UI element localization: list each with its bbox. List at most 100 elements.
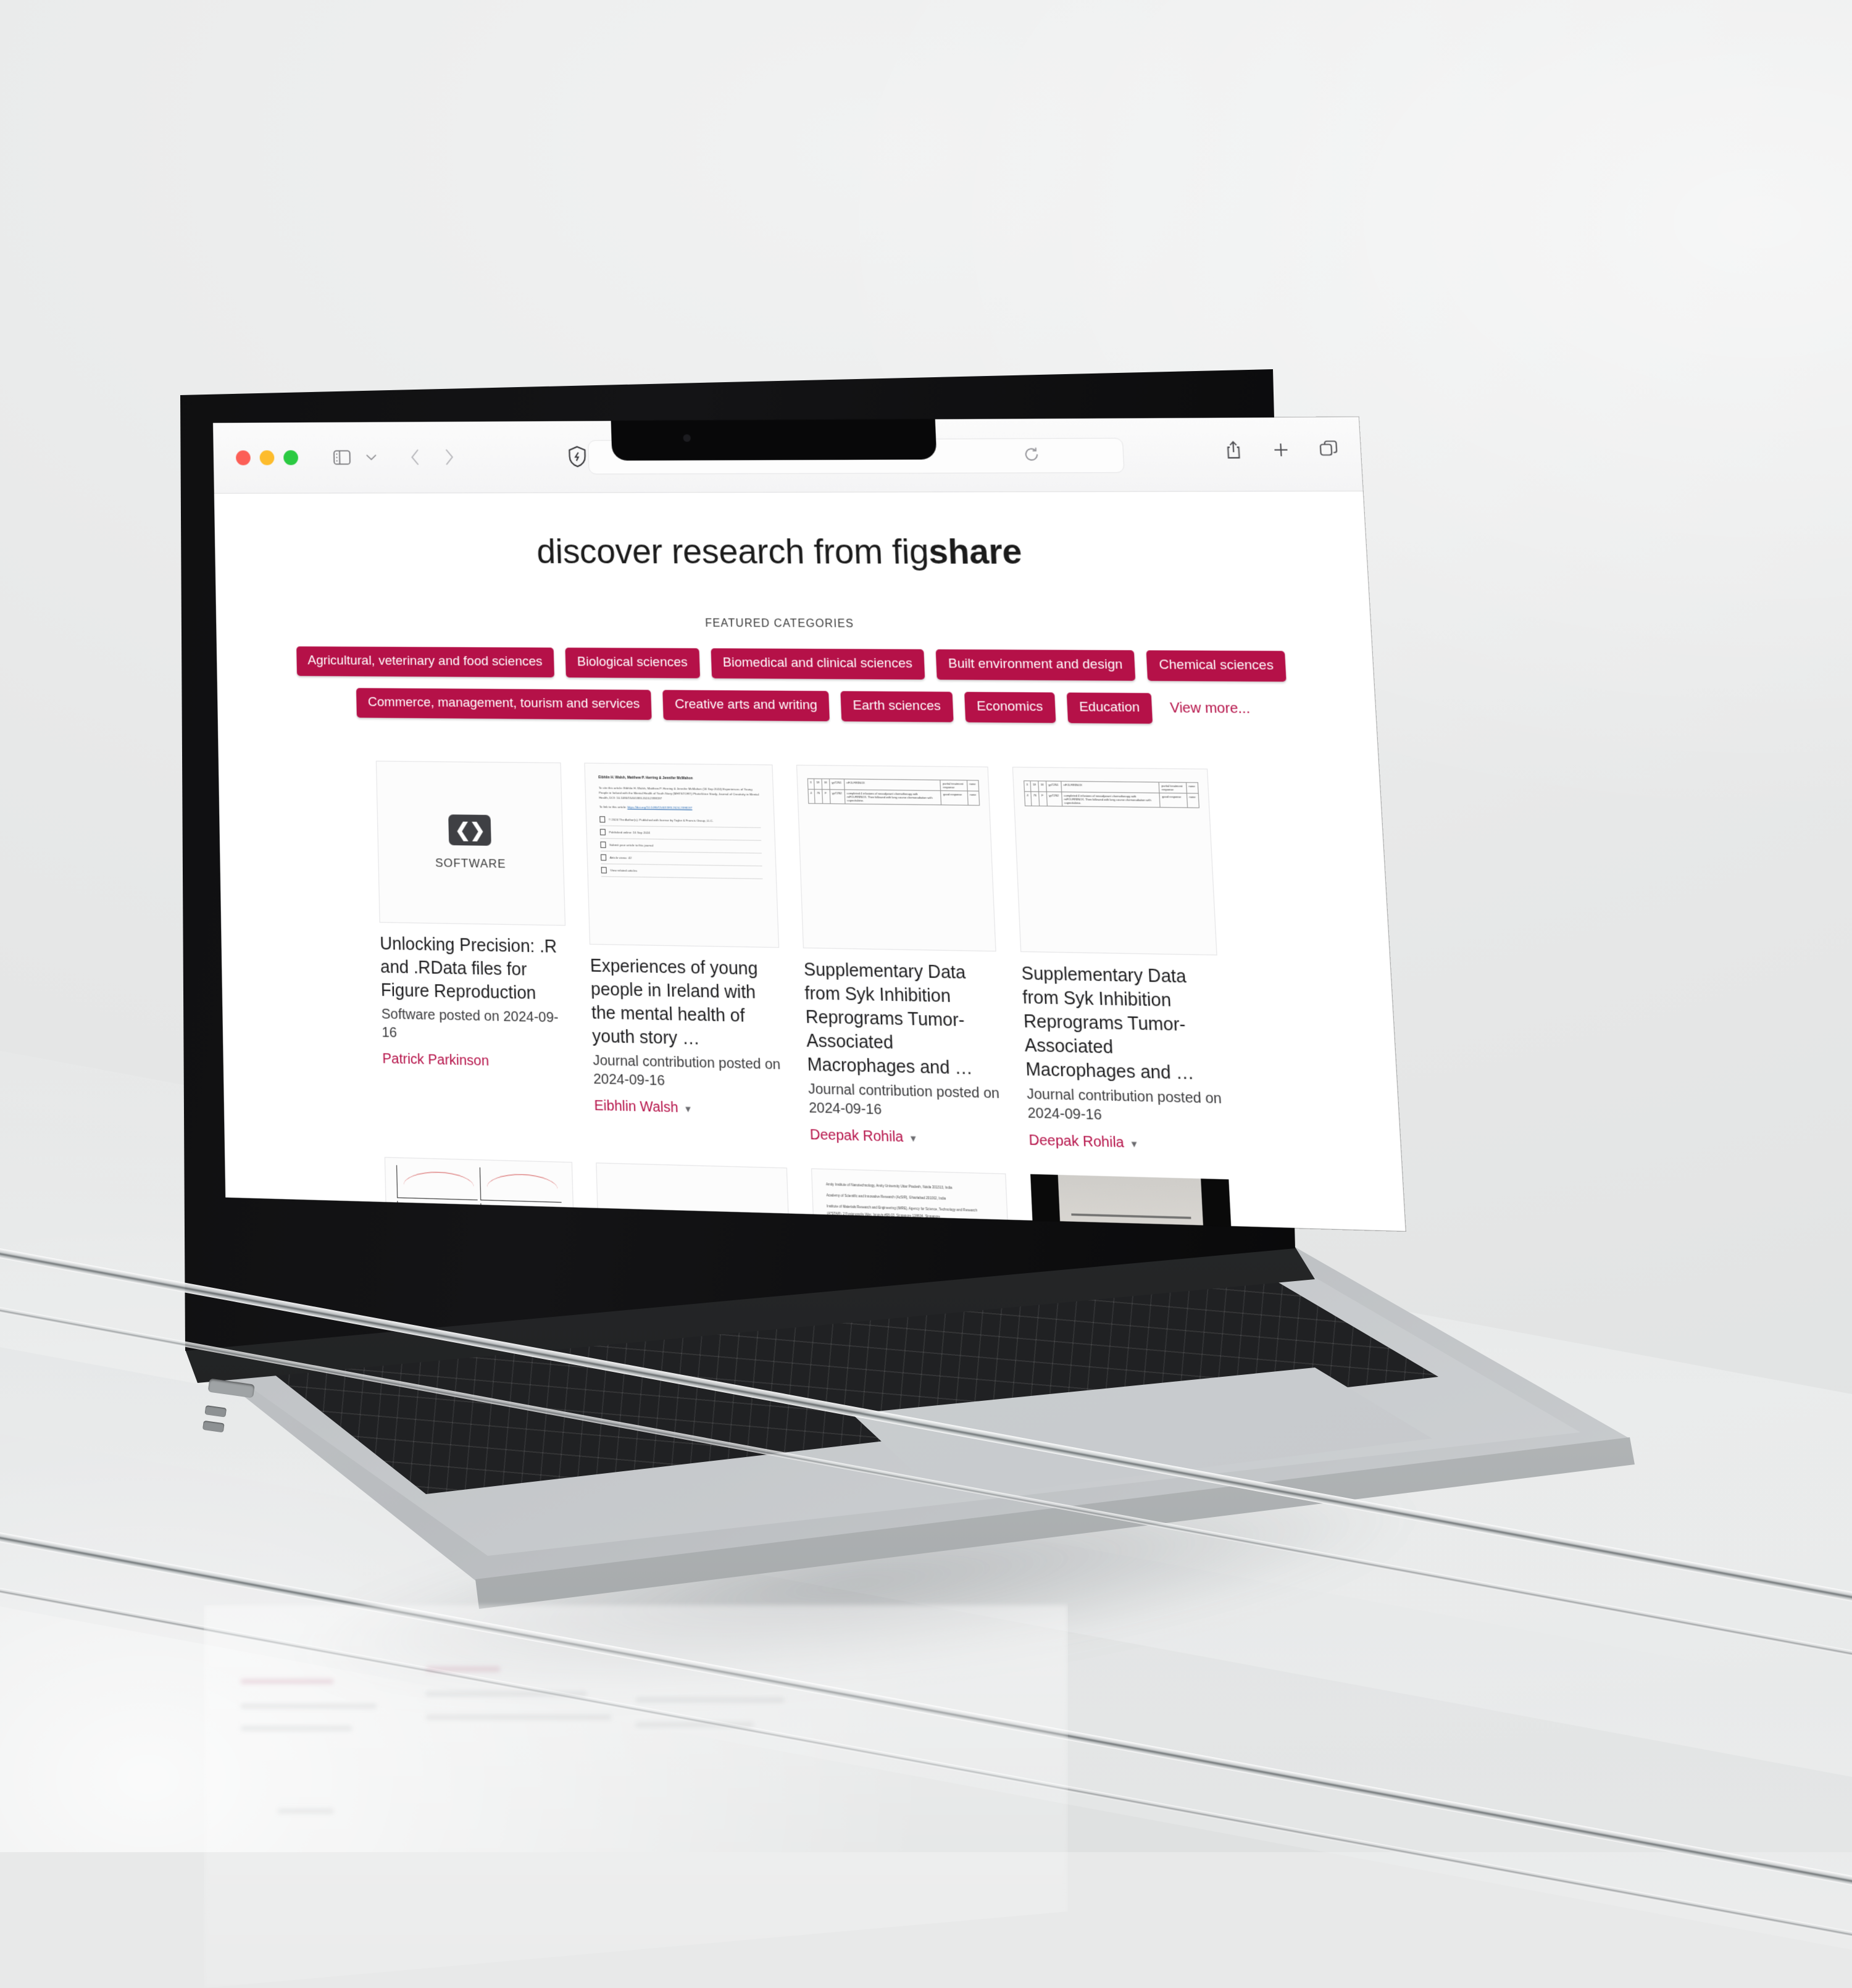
result-author[interactable]: Deepak Rohila ▾ [1028,1132,1227,1154]
category-tag-creative-arts[interactable]: Creative arts and writing [662,690,830,722]
featured-categories-label: FEATURED CATEGORIES [216,616,1371,633]
chevron-down-icon[interactable] [357,444,385,471]
result-author-name[interactable]: Deepak Rohila [1028,1132,1124,1151]
table-cell: none [1187,793,1199,808]
table-preview: 3 59 M ypT2N1 nFOLFIRINOX partial treatm… [1023,780,1199,808]
result-meta: Software posted on 2024-09-16 [382,1005,569,1046]
table-cell: none [967,780,978,791]
result-author-name[interactable]: Patrick Parkinson [382,1051,489,1069]
table-cell: ypT2N2 [1046,791,1062,806]
result-title[interactable]: Experiences of young people in Ireland w… [590,954,783,1053]
screen-reflection [204,1605,1068,1988]
doc-meta-text: Published online: 16 Sep 2024 [609,830,650,835]
doc-meta-text: View related articles [610,868,637,874]
window-controls[interactable] [236,450,298,465]
category-tag-economics[interactable]: Economics [964,692,1056,723]
table-cell: ypT2N1 [829,779,845,790]
tab-overview-icon[interactable] [1313,435,1343,464]
result-card[interactable]: ❮❯ SOFTWARE Unlocking Precision: .R and … [376,761,572,1137]
result-author[interactable]: Eibhlin Walsh ▾ [594,1098,785,1119]
result-title[interactable]: Supplementary Data from Syk Inhibition R… [1021,962,1224,1086]
view-more-link[interactable]: View more... [1164,700,1250,717]
plot-panel [396,1165,477,1200]
table-cell: partial treatment response [1159,782,1187,793]
lock-icon [599,816,605,822]
toolbar-actions [1219,435,1344,464]
table-cell: F [1039,791,1047,806]
studio-scene: discover research from figshare FEATURED… [0,0,1852,1852]
calendar-icon [600,829,606,835]
category-tag-earth[interactable]: Earth sciences [840,691,953,722]
result-card[interactable]: 3 59 M ypT2N1 nFOLFIRINOX partial treatm… [796,765,1005,1149]
table-cell: 76 [1031,791,1040,806]
screen: discover research from figshare FEATURED… [213,417,1406,1231]
result-author-name[interactable]: Deepak Rohila [809,1127,903,1146]
table-cell: nFOLFIRINOX [844,779,941,791]
doc-link[interactable]: https://doi.org/10.1080/15401383.2024.23… [627,806,692,810]
table-cell: completed 4 infusions of neoadjuvant che… [1061,792,1160,808]
result-card[interactable]: Eibhlin H. Walsh, Matthew P. Herring & J… [584,762,786,1143]
doc-meta-text: © 2024 The Author(s). Published with lic… [609,817,714,824]
share-icon[interactable] [1219,436,1249,464]
category-row-1: Agricultural, veterinary and food scienc… [373,647,1203,682]
table-row: 4 76 F ypT2N2 completed 4 infusions of n… [807,789,979,805]
shield-icon[interactable] [564,443,591,470]
result-title[interactable]: Supplementary Data from Syk Inhibition R… [803,958,1001,1081]
category-tag-agricultural[interactable]: Agricultural, veterinary and food scienc… [296,646,554,677]
result-title[interactable]: Unlocking Precision: .R and .RData files… [380,932,568,1006]
result-thumbnail[interactable]: 3 59 M ypT2N1 nFOLFIRINOX partial treatm… [796,765,996,952]
back-button[interactable] [402,443,429,470]
affiliation-line: Academy of Scientific and Innovative Res… [826,1192,993,1203]
table-cell: M [1038,781,1046,791]
doc-link-label: To link to this article: [599,805,627,809]
category-tag-education[interactable]: Education [1066,693,1153,724]
category-row-2: Commerce, management, tourism and servic… [399,688,1206,724]
result-thumbnail[interactable]: ❮❯ SOFTWARE [376,761,565,925]
result-author-name[interactable]: Eibhlin Walsh [594,1098,678,1116]
doc-meta-text: Submit your article to this journal [609,843,654,848]
figshare-homepage: discover research from figshare FEATURED… [214,491,1406,1231]
table-cell: good response [941,791,968,806]
result-author[interactable]: Deepak Rohila ▾ [809,1127,1004,1148]
doc-meta-text: Article views: 42 [609,855,632,861]
result-author[interactable]: Patrick Parkinson [382,1051,570,1071]
result-card[interactable]: 3 59 M ypT2N1 nFOLFIRINOX partial treatm… [1012,767,1227,1155]
category-tag-biomedical[interactable]: Biomedical and clinical sciences [711,648,925,680]
category-tag-biological[interactable]: Biological sciences [565,648,699,679]
chevron-down-icon[interactable]: ▾ [1131,1137,1137,1150]
close-button[interactable] [236,450,251,465]
chevron-down-icon[interactable]: ▾ [685,1102,691,1115]
doc-authors: Eibhlin H. Walsh, Matthew P. Herring & J… [598,775,759,782]
table-cell: completed 4 infusions of neoadjuvant che… [845,790,941,805]
table-cell: ypT2N2 [830,790,845,804]
category-tag-commerce[interactable]: Commerce, management, tourism and servic… [356,688,652,720]
water-line [1071,1213,1191,1219]
plot-panel [480,1167,562,1203]
usb-c-port-1 [204,1405,227,1418]
table-cell: F [822,790,830,804]
minimize-button[interactable] [259,450,274,465]
table-cell: none [1186,782,1198,793]
page-title-bold: share [928,532,1022,572]
reload-icon[interactable] [1024,446,1040,466]
table-cell: good response [1159,793,1187,808]
category-tag-chemical[interactable]: Chemical sciences [1146,650,1287,682]
table-cell: none [967,791,979,805]
result-meta: Journal contribution posted on 2024-09-1… [593,1051,785,1093]
result-thumbnail[interactable]: 3 59 M ypT2N1 nFOLFIRINOX partial treatm… [1012,767,1217,955]
page-title: discover research from figshare [215,531,1367,572]
zoom-button[interactable] [283,450,298,465]
forward-button[interactable] [435,443,463,470]
doc-meta-row: View related articles [601,864,762,879]
chart-icon [601,854,606,861]
pencil-icon [600,842,606,848]
category-tag-built-environment[interactable]: Built environment and design [936,649,1136,681]
sidebar-icon[interactable] [328,444,356,471]
chevron-down-icon[interactable]: ▾ [910,1131,916,1144]
plus-icon[interactable] [1266,436,1296,464]
result-meta: Journal contribution posted on 2024-09-1… [1027,1085,1226,1127]
result-thumbnail[interactable]: Eibhlin H. Walsh, Matthew P. Herring & J… [584,762,779,948]
table-cell: nFOLFIRINOX [1061,781,1159,793]
camera-icon [683,434,691,441]
table-preview: 3 59 M ypT2N1 nFOLFIRINOX partial treatm… [807,779,979,806]
